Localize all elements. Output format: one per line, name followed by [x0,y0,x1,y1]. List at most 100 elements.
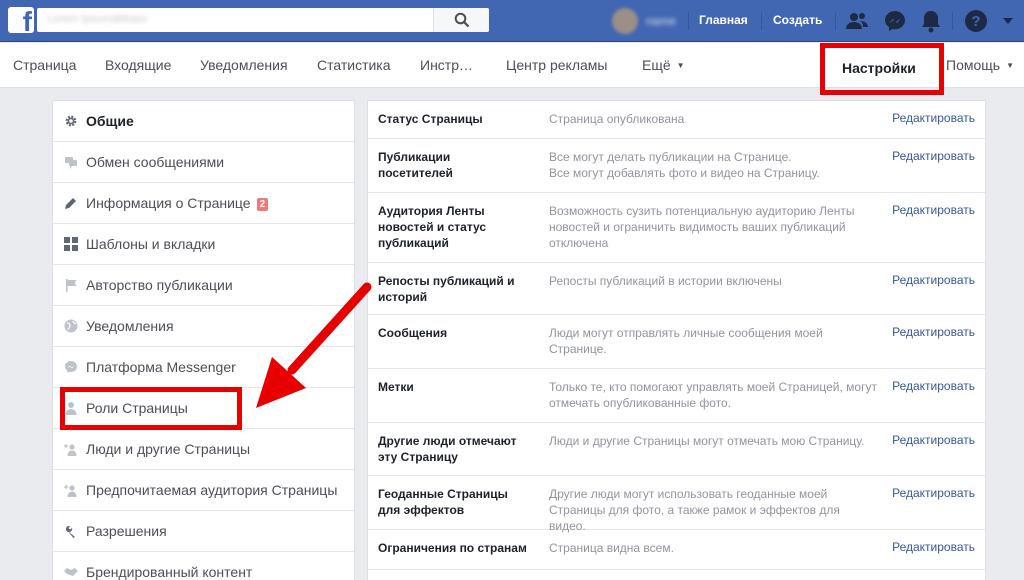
user-name: name [646,14,677,28]
setting-description: Страница видна всем. [549,541,674,555]
sidebar-item-label: Разрешения [86,523,167,539]
setting-name: Статус Страницы [378,112,483,126]
wrench-icon [65,525,75,538]
person-add-icon [64,444,77,456]
setting-description: Репосты публикаций в истории включены [549,274,782,288]
home-link[interactable]: Главная [699,13,748,27]
edit-link[interactable]: Редактировать [892,325,975,339]
tab-more-label: Ещё [642,57,671,73]
settings-row: Статус Страницы Страница опубликована Ре… [368,101,985,139]
tab-inbox[interactable]: Входящие [105,57,171,73]
setting-description: Возможность сузить потенциальную аудитор… [549,204,855,250]
setting-description: Люди и другие Страницы могут отмечать мо… [549,434,865,448]
sidebar-item-messenger-platform[interactable]: Платформа Messenger [53,347,354,388]
edit-link[interactable]: Редактировать [892,203,975,217]
sidebar-item-label: Брендированный контент [86,564,253,580]
setting-name: Геоданные Страницы для эффектов [378,487,508,517]
help-icon[interactable]: ? [964,9,988,33]
edit-link[interactable]: Редактировать [892,149,975,163]
globe-icon [64,319,78,333]
edit-link[interactable]: Редактировать [892,273,975,287]
settings-sidebar: Общие Обмен сообщениями Информация о Стр… [52,100,355,580]
sidebar-item-templates[interactable]: Шаблоны и вкладки [53,224,354,265]
search-button[interactable] [433,8,489,32]
tab-tools[interactable]: Инстр… [420,57,473,73]
sidebar-item-permissions[interactable]: Разрешения [53,511,354,552]
search-input[interactable]: Lorem Ipsumabbaso [37,8,489,32]
setting-name: Репосты публикаций и историй [378,274,515,304]
settings-row: Аудитория Ленты новостей и статус публик… [368,193,985,263]
edit-link[interactable]: Редактировать [892,540,975,554]
settings-row: Публикации посетителей Все могут делать … [368,139,985,193]
facebook-logo-icon[interactable]: f [8,7,34,33]
sidebar-item-page-info[interactable]: Информация о Странице 2 [53,183,354,224]
tab-more[interactable]: Ещё ▼ [642,57,685,73]
setting-name: Ограничения по странам [378,541,527,555]
sidebar-item-notifications[interactable]: Уведомления [53,306,354,347]
tab-settings[interactable]: Настройки [820,43,944,95]
sidebar-item-branded-content[interactable]: Брендированный контент [53,552,354,580]
search-text: Lorem Ipsumabbaso [47,13,148,25]
edit-link[interactable]: Редактировать [892,486,975,500]
sidebar-item-messaging[interactable]: Обмен сообщениями [53,142,354,183]
setting-description: Другие люди могут использовать геоданные… [549,487,840,533]
create-link[interactable]: Создать [773,13,822,27]
sidebar-item-label: Платформа Messenger [86,359,236,375]
tab-help-label: Помощь [946,57,1001,73]
setting-description: Только те, кто помогают управлять моей С… [549,380,877,410]
settings-row: Ограничения по странам Страница видна вс… [368,530,985,570]
tab-page[interactable]: Страница [13,57,76,73]
sidebar-item-label: Общие [86,113,134,129]
edit-link[interactable]: Редактировать [892,379,975,393]
avatar [612,8,638,34]
sidebar-item-post-attribution[interactable]: Авторство публикации [53,265,354,306]
tab-statistics[interactable]: Статистика [317,57,391,73]
setting-name: Сообщения [378,326,448,340]
divider [835,12,836,30]
setting-description: Страница опубликована [549,112,685,126]
sidebar-item-label: Шаблоны и вкладки [86,236,216,252]
divider [761,12,762,30]
setting-name: Аудитория Ленты новостей и статус публик… [378,204,487,250]
divider [952,12,953,30]
sidebar-item-label: Информация о Странице 2 [86,195,269,211]
tab-help[interactable]: Помощь ▼ [946,57,1014,73]
tab-ads-center[interactable]: Центр рекламы [506,57,607,73]
svg-text:?: ? [971,13,980,30]
setting-description: Люди могут отправлять личные сообщения м… [549,326,823,356]
sidebar-item-label: Уведомления [86,318,174,334]
search-icon [454,12,470,28]
sidebar-item-label: Авторство публикации [86,277,233,293]
general-settings-panel: Статус Страницы Страница опубликована Ре… [367,100,986,580]
messenger-icon[interactable] [883,9,907,33]
bell-icon[interactable] [920,9,942,33]
friends-icon[interactable] [845,9,869,33]
sidebar-item-preferred-audience[interactable]: Предпочитаемая аудитория Страницы [53,470,354,511]
edit-link[interactable]: Редактировать [892,111,975,125]
edit-link[interactable]: Редактировать [892,433,975,447]
settings-row: Сообщения Люди могут отправлять личные с… [368,315,985,369]
top-navbar: f Lorem Ipsumabbaso name Главная Создать… [0,0,1024,42]
person-add-icon [64,485,77,497]
chevron-down-icon: ▼ [1006,61,1014,70]
tab-settings-label: Настройки [842,60,916,76]
settings-row: Другие люди отмечают эту Страницу Люди и… [368,423,985,476]
sidebar-item-people-pages[interactable]: Люди и другие Страницы [53,429,354,470]
setting-name: Другие люди отмечают эту Страницу [378,434,517,464]
settings-row: Метки Только те, кто помогают управлять … [368,369,985,423]
setting-name: Публикации посетителей [378,150,453,180]
settings-row: Геоданные Страницы для эффектов Другие л… [368,476,985,533]
flag-icon [66,279,77,292]
sidebar-item-general[interactable]: Общие [53,101,354,142]
pencil-icon [65,198,76,209]
tab-notifications[interactable]: Уведомления [200,57,288,73]
chevron-down-icon[interactable] [1002,16,1014,26]
handshake-icon [64,568,78,576]
setting-name: Метки [378,380,414,394]
messenger-icon [65,361,77,373]
sidebar-item-label: Обмен сообщениями [86,154,225,170]
sidebar-item-label: Предпочитаемая аудитория Страницы [86,482,338,498]
settings-row: Репосты публикаций и историй Репосты пуб… [368,263,985,315]
sidebar-item-text: Информация о Странице [86,195,251,211]
page-tabs: Страница Входящие Уведомления Статистика… [0,43,1024,95]
